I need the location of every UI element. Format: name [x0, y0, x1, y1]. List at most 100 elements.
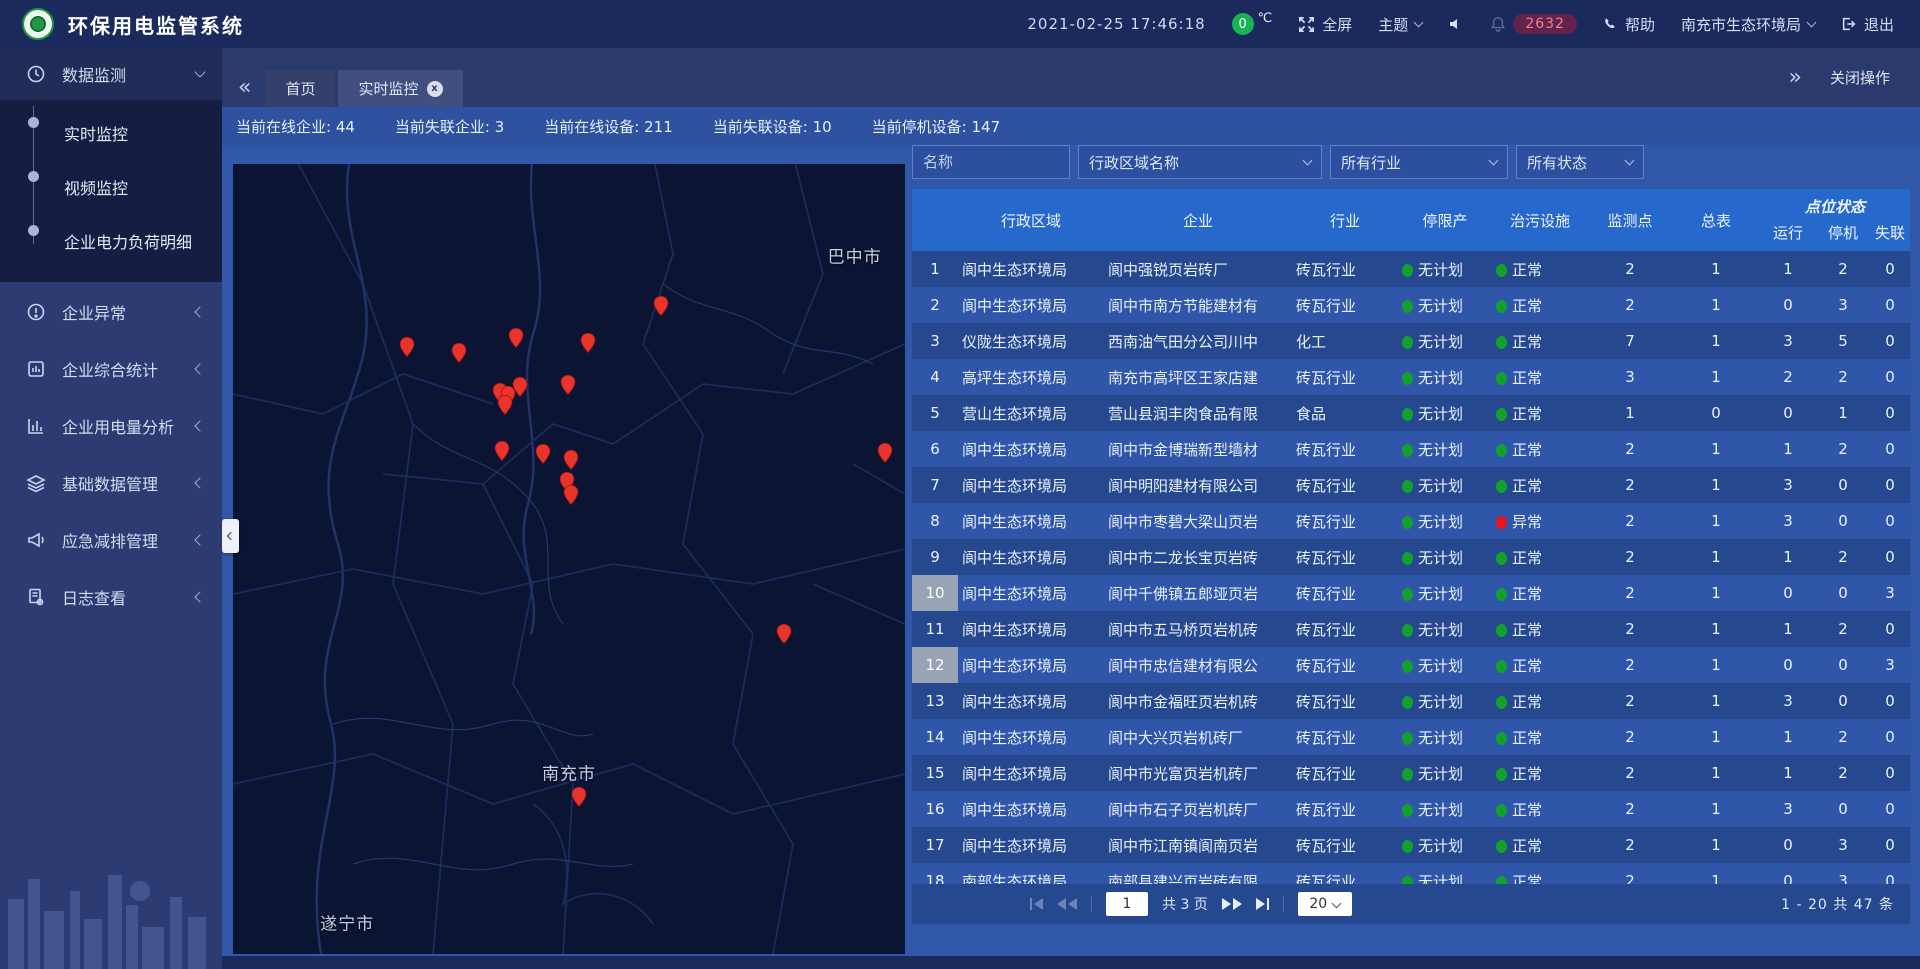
- map-marker[interactable]: [532, 443, 554, 465]
- cell-region: 阆中生态环境局: [958, 619, 1104, 640]
- logout-button[interactable]: 退出: [1841, 14, 1894, 35]
- help-button[interactable]: 帮助: [1603, 14, 1655, 35]
- tab-首页[interactable]: 首页: [265, 70, 335, 107]
- page-size-select[interactable]: 20: [1298, 892, 1352, 916]
- cell-facility-status: 正常: [1492, 835, 1588, 856]
- next-page-button[interactable]: [1222, 898, 1242, 910]
- cell-company: 阆中千佛镇五郎垭页岩: [1104, 583, 1292, 604]
- map-marker[interactable]: [491, 440, 513, 462]
- status-dot-icon: [1402, 552, 1413, 565]
- map-marker[interactable]: [773, 623, 795, 645]
- map-canvas[interactable]: 巴中市南充市遂宁市: [233, 164, 905, 954]
- sidebar-item-日志查看[interactable]: 日志查看: [0, 569, 222, 624]
- map-marker[interactable]: [577, 332, 599, 354]
- status-select[interactable]: 所有状态: [1516, 145, 1644, 179]
- cell-lost: 0: [1870, 800, 1910, 818]
- pagination-bar: 共 3 页 20 1 - 20 共 47 条: [912, 884, 1910, 924]
- table-row[interactable]: 5营山生态环境局营山县润丰肉食品有限食品无计划正常10010: [912, 395, 1910, 431]
- table-row[interactable]: 11阆中生态环境局阆中市五马桥页岩机砖砖瓦行业无计划正常21120: [912, 611, 1910, 647]
- sidebar-item-应急减排管理[interactable]: 应急减排管理: [0, 512, 222, 567]
- cell-company: 阆中市光富页岩机砖厂: [1104, 763, 1292, 784]
- panel-collapse-button[interactable]: [222, 519, 239, 553]
- map-marker[interactable]: [650, 295, 672, 317]
- first-page-button[interactable]: [1030, 898, 1043, 910]
- row-number: 18: [912, 863, 958, 884]
- table-row[interactable]: 18南部生态环境局南部县建兴页岩砖有限砖瓦行业无计划正常21030: [912, 863, 1910, 884]
- sidebar-menu: 数据监测实时监控视频监控企业电力负荷明细企业异常企业综合统计企业用电量分析基础数…: [0, 48, 222, 624]
- industry-select[interactable]: 所有行业: [1330, 145, 1508, 179]
- sidebar-item-基础数据管理[interactable]: 基础数据管理: [0, 455, 222, 510]
- cell-region: 阆中生态环境局: [958, 727, 1104, 748]
- notifications[interactable]: 2632: [1490, 14, 1577, 34]
- sidebar-item-企业用电量分析[interactable]: 企业用电量分析: [0, 398, 222, 453]
- table-row[interactable]: 15阆中生态环境局阆中市光富页岩机砖厂砖瓦行业无计划正常21120: [912, 755, 1910, 791]
- cell-limit-status: 无计划: [1398, 547, 1492, 568]
- cell-company: 阆中市江南镇阆南页岩: [1104, 835, 1292, 856]
- table-row[interactable]: 7阆中生态环境局阆中明阳建材有限公司砖瓦行业无计划正常21300: [912, 467, 1910, 503]
- cell-meter: 1: [1672, 440, 1760, 458]
- tabs-scroll-right-icon[interactable]: »: [1789, 67, 1802, 89]
- cell-run: 3: [1760, 800, 1816, 818]
- map-marker[interactable]: [557, 374, 579, 396]
- map-marker[interactable]: [396, 336, 418, 358]
- theme-menu[interactable]: 主题: [1378, 14, 1422, 35]
- stat-当前在线企业: 当前在线企业: 44: [236, 116, 355, 137]
- cell-run: 3: [1760, 476, 1816, 494]
- org-menu[interactable]: 南充市生态环境局: [1681, 14, 1815, 35]
- fullscreen-button[interactable]: 全屏: [1298, 14, 1352, 35]
- sidebar-subitem-label: 实时监控: [64, 121, 128, 145]
- cell-run: 1: [1760, 728, 1816, 746]
- cell-facility-status: 异常: [1492, 511, 1588, 532]
- map-marker[interactable]: [560, 449, 582, 471]
- tabs-scroll-left-icon[interactable]: «: [238, 77, 251, 99]
- cell-stop: 0: [1816, 512, 1870, 530]
- cell-company: 营山县润丰肉食品有限: [1104, 403, 1292, 424]
- table-row[interactable]: 4高坪生态环境局南充市高坪区王家店建砖瓦行业无计划正常31220: [912, 359, 1910, 395]
- map-marker[interactable]: [568, 786, 590, 808]
- table-row[interactable]: 14阆中生态环境局阆中大兴页岩机砖厂砖瓦行业无计划正常21120: [912, 719, 1910, 755]
- table-row[interactable]: 10阆中生态环境局阆中千佛镇五郎垭页岩砖瓦行业无计划正常21003: [912, 575, 1910, 611]
- sound-button[interactable]: [1448, 16, 1464, 32]
- sidebar-item-企业异常[interactable]: 企业异常: [0, 284, 222, 339]
- sidebar-subitem-企业电力负荷明细[interactable]: 企业电力负荷明细: [0, 214, 222, 268]
- cell-region: 南部生态环境局: [958, 871, 1104, 885]
- sidebar-item-数据监测[interactable]: 数据监测: [0, 48, 222, 100]
- sidebar-item-企业综合统计[interactable]: 企业综合统计: [0, 341, 222, 396]
- table-row[interactable]: 2阆中生态环境局阆中市南方节能建材有砖瓦行业无计划正常21030: [912, 287, 1910, 323]
- sidebar-subitem-视频监控[interactable]: 视频监控: [0, 160, 222, 214]
- name-search-input[interactable]: [912, 145, 1070, 179]
- region-select[interactable]: 行政区域名称: [1078, 145, 1322, 179]
- table-row[interactable]: 1阆中生态环境局阆中强锐页岩砖厂砖瓦行业无计划正常21120: [912, 251, 1910, 287]
- table-row[interactable]: 8阆中生态环境局阆中市枣碧大梁山页岩砖瓦行业无计划异常21300: [912, 503, 1910, 539]
- map-marker[interactable]: [505, 327, 527, 349]
- status-dot-icon: [1496, 588, 1507, 601]
- map-marker[interactable]: [560, 484, 582, 506]
- main-area: « 首页实时监控x » 关闭操作 当前在线企业: 44当前失联企业: 3当前在线…: [222, 48, 1920, 969]
- close-icon[interactable]: x: [427, 81, 443, 97]
- map-marker[interactable]: [874, 441, 896, 463]
- status-dot-icon: [1496, 624, 1507, 637]
- table-row[interactable]: 3仪陇生态环境局西南油气田分公司川中化工无计划正常71350: [912, 323, 1910, 359]
- prev-page-button[interactable]: [1057, 898, 1077, 910]
- close-operations-button[interactable]: 关闭操作: [1830, 67, 1890, 88]
- table-row[interactable]: 9阆中生态环境局阆中市二龙长宝页岩砖砖瓦行业无计划正常21120: [912, 539, 1910, 575]
- status-dot-icon: [1496, 372, 1507, 385]
- col-lost: 失联: [1870, 222, 1910, 243]
- tab-实时监控[interactable]: 实时监控x: [338, 70, 462, 107]
- map-marker[interactable]: [494, 394, 516, 416]
- table-row[interactable]: 6阆中生态环境局阆中市金博瑞新型墙材砖瓦行业无计划正常21120: [912, 431, 1910, 467]
- row-number: 2: [912, 287, 958, 323]
- table-row[interactable]: 12阆中生态环境局阆中市忠信建材有限公砖瓦行业无计划正常21003: [912, 647, 1910, 683]
- sidebar-subitem-实时监控[interactable]: 实时监控: [0, 106, 222, 160]
- last-page-button[interactable]: [1256, 898, 1269, 910]
- cell-lost: 0: [1870, 404, 1910, 422]
- table-row[interactable]: 16阆中生态环境局阆中市石子页岩机砖厂砖瓦行业无计划正常21300: [912, 791, 1910, 827]
- map-marker[interactable]: [448, 342, 470, 364]
- table-row[interactable]: 17阆中生态环境局阆中市江南镇阆南页岩砖瓦行业无计划正常21030: [912, 827, 1910, 863]
- page-number-input[interactable]: [1106, 892, 1148, 916]
- cell-lost: 0: [1870, 512, 1910, 530]
- cell-region: 阆中生态环境局: [958, 835, 1104, 856]
- table-row[interactable]: 13阆中生态环境局阆中市金福旺页岩机砖砖瓦行业无计划正常21300: [912, 683, 1910, 719]
- status-dot-icon: [1402, 444, 1413, 457]
- cell-stop: 1: [1816, 404, 1870, 422]
